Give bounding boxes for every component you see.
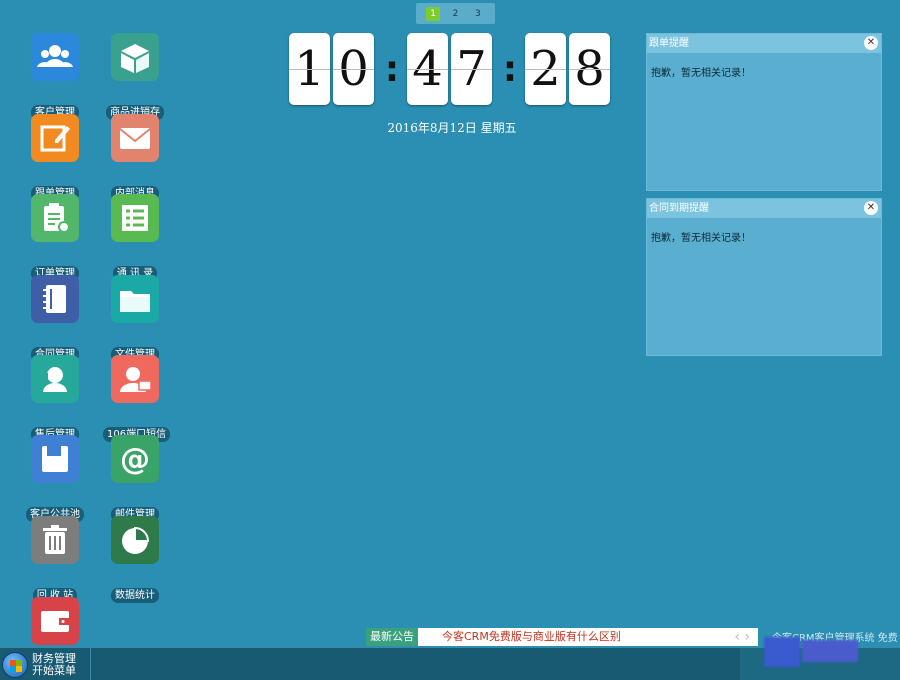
page-switcher: 1 2 3 [416, 3, 495, 24]
notice-label: 最新公告 [366, 628, 418, 646]
notice-nav-arrows[interactable]: ‹ › [734, 628, 750, 646]
svg-text:@: @ [120, 442, 150, 477]
desktop-icon-edit[interactable]: 跟单管理 [23, 114, 87, 201]
desktop-icon-mail[interactable]: 内部消息 [103, 114, 167, 201]
start-menu-button[interactable]: 财务管理 开始菜单 [2, 648, 90, 680]
list-icon [111, 194, 159, 242]
panel-empty-message: 抱歉，暂无相关记录！ [651, 68, 751, 79]
sms-user-icon [111, 355, 159, 403]
desktop-icon-label: 数据统计 [111, 588, 159, 603]
start-label: 财务管理 开始菜单 [32, 651, 76, 677]
desktop-icon-users[interactable]: 客户管理 [23, 33, 87, 120]
taskbar: 财务管理 开始菜单 [0, 637, 900, 680]
desktop-icon-clipboard[interactable]: 订单管理 [23, 194, 87, 281]
desktop-icon-at[interactable]: @ 邮件管理 [103, 435, 167, 522]
redacted-block [802, 640, 858, 662]
page-2-button[interactable]: 2 [448, 7, 462, 21]
redacted-block [764, 637, 800, 667]
windows-logo-icon [2, 651, 28, 678]
system-tray [740, 637, 900, 680]
desktop-icon-notebook[interactable]: 合同管理 [23, 275, 87, 362]
panel-title: 跟单提醒 [649, 38, 689, 49]
current-date: 2016年8月12日 星期五 [387, 121, 517, 135]
mail-icon [111, 114, 159, 162]
clock-separator: : [502, 48, 518, 90]
folder-icon [111, 275, 159, 323]
contract-expiry-panel: 合同到期提醒 ✕ 抱歉，暂无相关记录！ [646, 198, 882, 356]
notebook-icon [31, 275, 79, 323]
desktop-icon-box[interactable]: 商品进销存 [103, 33, 167, 120]
desktop-icon-list[interactable]: 通 讯 录 [103, 194, 167, 281]
save-icon [31, 435, 79, 483]
desktop-icon-support[interactable]: 售后管理 [23, 355, 87, 442]
trash-icon [31, 516, 79, 564]
close-icon[interactable]: ✕ [864, 36, 878, 50]
panel-empty-message: 抱歉，暂无相关记录！ [651, 233, 751, 244]
at-icon: @ [111, 435, 159, 483]
desktop-icon-pie-chart[interactable]: 数据统计 [103, 516, 167, 603]
users-icon [31, 33, 79, 81]
wallet-icon [31, 597, 79, 645]
taskbar-divider [90, 648, 91, 680]
close-icon[interactable]: ✕ [864, 201, 878, 215]
clipboard-icon [31, 194, 79, 242]
hour-tens-digit: 1 [289, 33, 330, 105]
hour-ones-digit: 0 [333, 33, 374, 105]
start-line-top: 财务管理 [32, 651, 76, 665]
flip-clock: 1 0 : 4 7 : 2 8 [289, 33, 613, 105]
page-1-button[interactable]: 1 [426, 6, 441, 21]
minute-ones-digit: 7 [451, 33, 492, 105]
notice-ticker: 今客CRM免费版与商业版有什么区别 ‹ › [418, 628, 758, 646]
panel-title: 合同到期提醒 [649, 203, 709, 214]
minute-tens-digit: 4 [407, 33, 448, 105]
notice-link[interactable]: 今客CRM免费版与商业版有什么区别 [442, 630, 621, 643]
clock-separator: : [384, 48, 400, 90]
follow-up-reminder-panel: 跟单提醒 ✕ 抱歉，暂无相关记录！ [646, 33, 882, 191]
desktop-icon-sms-user[interactable]: 106端口短信 [103, 355, 171, 442]
support-icon [31, 355, 79, 403]
second-tens-digit: 2 [525, 33, 566, 105]
start-line-bottom: 开始菜单 [32, 663, 76, 677]
desktop-icon-trash[interactable]: 回 收 站 [23, 516, 87, 603]
second-ones-digit: 8 [569, 33, 610, 105]
desktop-icon-save[interactable]: 客户公共池 [23, 435, 87, 522]
desktop-icon-wallet[interactable] [23, 597, 87, 645]
panel-header: 合同到期提醒 ✕ [647, 199, 881, 218]
desktop-icon-folder[interactable]: 文件管理 [103, 275, 167, 362]
panel-header: 跟单提醒 ✕ [647, 34, 881, 53]
edit-icon [31, 114, 79, 162]
pie-chart-icon [111, 516, 159, 564]
box-icon [111, 33, 159, 81]
page-3-button[interactable]: 3 [471, 7, 485, 21]
